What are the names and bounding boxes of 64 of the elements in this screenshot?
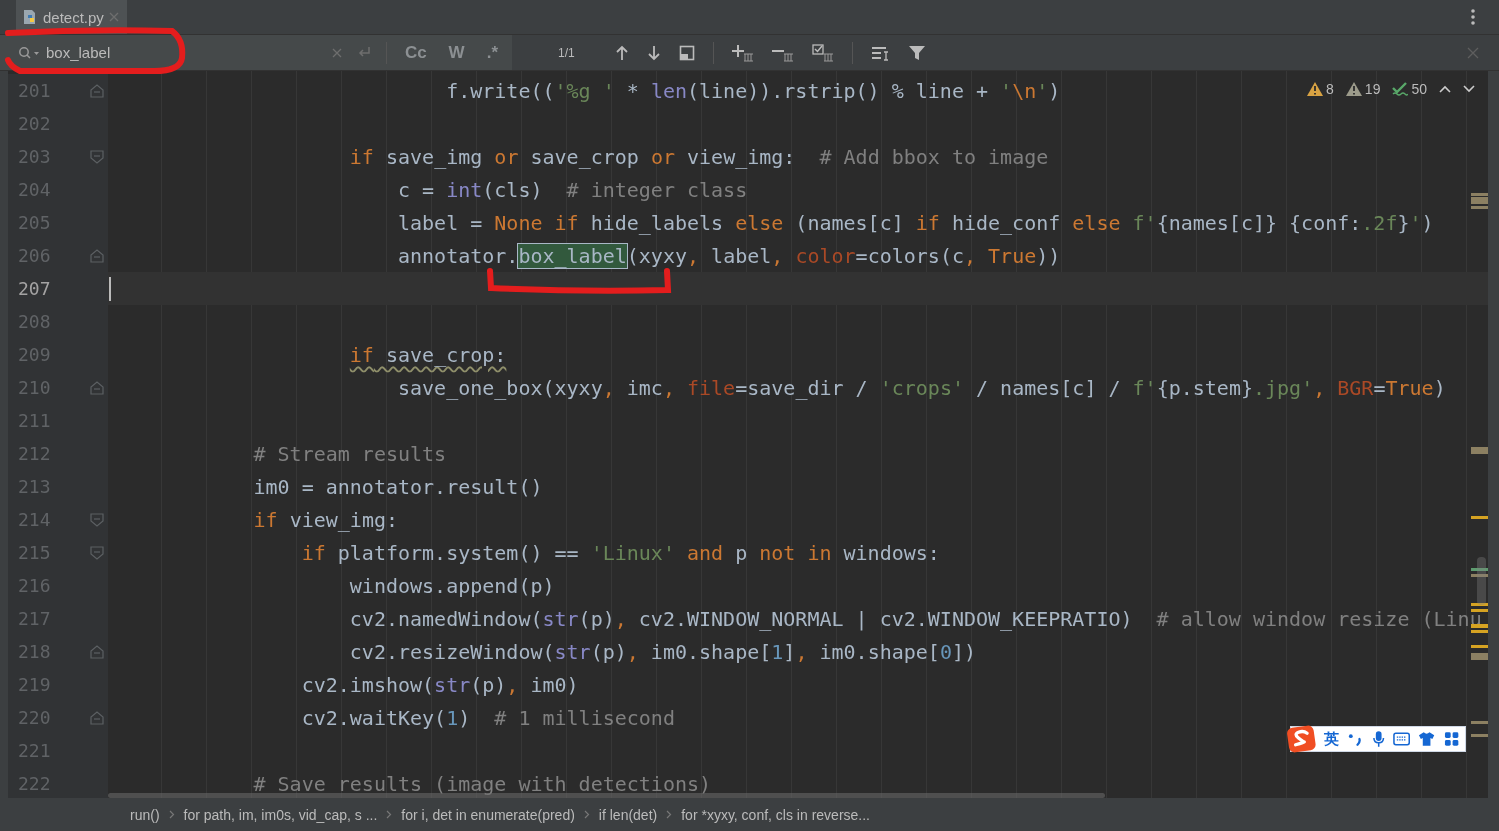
breadcrumb-item[interactable]: for path, im, im0s, vid_cap, s ... — [183, 806, 378, 823]
fold-marker-icon[interactable] — [90, 512, 104, 527]
fold-marker-icon[interactable] — [90, 83, 104, 98]
more-options-icon[interactable] — [1471, 9, 1475, 25]
breadcrumb-item[interactable]: if len(det) — [598, 806, 658, 823]
code-line: if view_img: — [252, 509, 398, 530]
punctuation-icon[interactable] — [1346, 732, 1364, 746]
arrow-up-icon[interactable] — [614, 44, 629, 61]
breadcrumb-item[interactable]: for i, det in enumerate(pred) — [401, 806, 575, 823]
search-option-toggle[interactable]: .* — [482, 42, 502, 63]
select-all-occurrences-icon[interactable] — [811, 43, 834, 62]
code-line: f.write(('%g ' * len(line)).rstrip() % line + '\n') — [445, 80, 1061, 101]
chevron-right-icon — [386, 810, 393, 819]
inspection-count[interactable]: 50 — [1392, 81, 1427, 97]
search-option-toggle[interactable]: Cc — [400, 42, 431, 63]
input-method-toolbar[interactable]: 英 — [1290, 726, 1466, 752]
fold-marker-icon[interactable] — [90, 710, 104, 725]
microphone-icon[interactable] — [1371, 730, 1386, 748]
code-line: annotator.box_label(xyxy, label, color=colors(c, True)) — [397, 245, 1061, 266]
scrollbar-thumb[interactable] — [1477, 557, 1486, 605]
window-icon[interactable] — [678, 44, 695, 61]
code-line: cv2.imshow(str(p), im0) — [300, 674, 579, 695]
fold-marker-icon[interactable] — [90, 248, 104, 263]
code-line: im0 = annotator.result() — [252, 476, 543, 497]
inspection-count[interactable]: 19 — [1345, 81, 1381, 97]
line-number: 207 — [17, 278, 52, 299]
code-line: c = int(cls) # integer class — [397, 179, 748, 200]
scrollbar-thumb[interactable] — [108, 793, 1105, 798]
search-input[interactable]: box_label — [46, 44, 318, 61]
breadcrumb-item[interactable]: run() — [130, 806, 160, 823]
breadcrumb-item[interactable]: for *xyxy, conf, cls in reverse... — [681, 806, 870, 823]
logo-icon — [1287, 725, 1316, 753]
code-line: save_one_box(xyxy, imc, file=save_dir / 'crops' / names[c] / f'{p.stem}.jpg', BGR=True) — [397, 377, 1446, 398]
shirt-icon[interactable] — [1418, 731, 1436, 747]
code-line: if save_img or save_crop or view_img: # Add bbox to image — [348, 146, 1049, 167]
chevron-right-icon — [583, 810, 590, 819]
list-icon[interactable] — [870, 44, 891, 61]
fold-marker-icon[interactable] — [90, 149, 104, 164]
fold-marker-icon[interactable] — [90, 644, 104, 659]
code-line: # Save results (image with detections) — [252, 773, 712, 794]
code-line: cv2.waitKey(1) # 1 millisecond — [300, 707, 675, 728]
chevron-right-icon — [168, 810, 175, 819]
code-line: cv2.resizeWindow(str(p), im0.shape[1], im0.shape[0]) — [348, 641, 976, 662]
fold-marker-icon[interactable] — [90, 545, 104, 560]
code-line: # Stream results — [252, 443, 447, 464]
code-line: label = None if hide_labels else (names[c] if hide_conf else f'{names[c]} {conf:.2f}') — [397, 212, 1434, 233]
code-line: if save_crop: — [348, 344, 507, 365]
match-count: 1/1 — [558, 45, 575, 60]
fold-marker-icon[interactable] — [90, 380, 104, 395]
chevron-down-icon[interactable] — [1463, 85, 1475, 93]
arrow-down-icon[interactable] — [646, 44, 661, 61]
chevron-up-icon[interactable] — [1439, 85, 1451, 93]
add-selection-icon[interactable] — [731, 43, 754, 62]
chevron-right-icon — [666, 810, 673, 819]
code-line: windows.append(p) — [348, 575, 555, 596]
filter-icon[interactable] — [908, 44, 925, 61]
text-caret — [109, 276, 111, 301]
search-icon[interactable] — [18, 45, 40, 60]
language-mode[interactable]: 英 — [1323, 729, 1339, 749]
keyboard-icon[interactable] — [1393, 732, 1411, 746]
python-file-icon — [22, 9, 38, 25]
grid-icon[interactable] — [1443, 731, 1459, 747]
code-line: if platform.system() == 'Linux' and p not in windows: — [300, 542, 940, 563]
search-option-toggle[interactable]: W — [444, 42, 469, 63]
